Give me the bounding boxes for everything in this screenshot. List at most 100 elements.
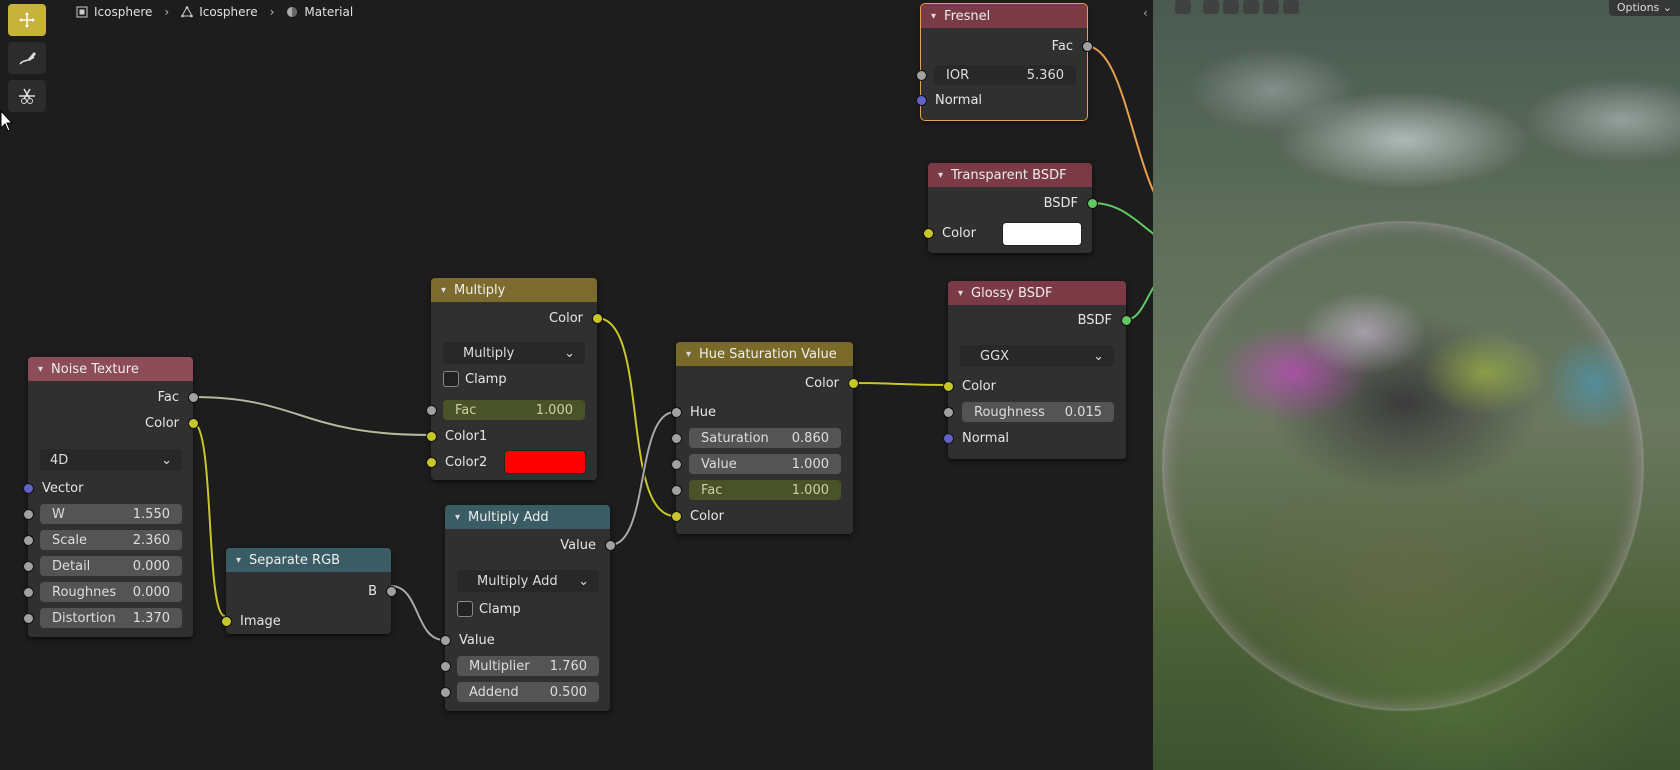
chevron-down-icon[interactable]: ▾ xyxy=(938,170,943,181)
field-value: 1.370 xyxy=(132,610,170,626)
socket-input[interactable] xyxy=(23,509,34,520)
node-header[interactable]: ▾ Glossy BSDF xyxy=(948,281,1126,305)
select-box-tool[interactable] xyxy=(8,4,46,36)
select-new-icon[interactable] xyxy=(1203,0,1219,14)
socket-output[interactable] xyxy=(1082,41,1093,52)
node-hue-saturation-value[interactable]: ▾ Hue Saturation Value Color Hue Saturati… xyxy=(671,342,859,534)
distribution-dropdown[interactable]: GGX ⌄ xyxy=(960,345,1114,367)
select-extend-icon[interactable] xyxy=(1223,0,1239,14)
node-header[interactable]: ▾ Noise Texture xyxy=(28,357,193,381)
field-label: W xyxy=(52,506,65,522)
chevron-down-icon[interactable]: ▾ xyxy=(236,555,241,566)
annotate-tool[interactable] xyxy=(8,42,46,74)
node-separate-rgb[interactable]: ▾ Separate RGB B Image xyxy=(221,548,397,634)
node-header[interactable]: ▾ Fresnel xyxy=(921,4,1087,28)
fac-field[interactable]: Fac 1.000 xyxy=(443,400,585,420)
addend-field[interactable]: Addend 0.500 xyxy=(457,682,599,702)
saturation-field[interactable]: Saturation 0.860 xyxy=(689,428,841,448)
chevron-down-icon[interactable]: ▾ xyxy=(931,11,936,22)
socket-input[interactable] xyxy=(440,687,451,698)
node-title: Glossy BSDF xyxy=(971,285,1053,301)
ior-field[interactable]: IOR 5.360 xyxy=(934,65,1076,85)
socket-output[interactable] xyxy=(188,392,199,403)
link-noise-fac-to-multiply xyxy=(192,396,431,436)
chevron-left-icon[interactable]: ‹ xyxy=(1143,6,1148,20)
color-swatch-red[interactable] xyxy=(504,450,586,474)
socket-output[interactable] xyxy=(605,540,616,551)
breadcrumb-material[interactable]: Material xyxy=(286,5,353,19)
multiplier-field[interactable]: Multiplier 1.760 xyxy=(457,656,599,676)
checkbox-box[interactable] xyxy=(443,371,459,387)
node-title: Transparent BSDF xyxy=(951,167,1067,183)
socket-input[interactable] xyxy=(943,407,954,418)
node-header[interactable]: ▾ Separate RGB xyxy=(226,548,391,572)
dimensions-dropdown[interactable]: 4D ⌄ xyxy=(40,449,182,471)
node-title: Fresnel xyxy=(944,8,991,24)
socket-input[interactable] xyxy=(916,70,927,81)
socket-output[interactable] xyxy=(1087,198,1098,209)
chevron-down-icon[interactable]: ▾ xyxy=(441,285,446,296)
detail-field[interactable]: Detail 0.000 xyxy=(40,556,182,576)
chevron-down-icon[interactable]: ▾ xyxy=(958,288,963,299)
field-value: 0.860 xyxy=(791,430,829,446)
node-transparent-bsdf[interactable]: ▾ Transparent BSDF BSDF Color xyxy=(923,163,1098,253)
socket-output[interactable] xyxy=(386,586,397,597)
node-header[interactable]: ▾ Multiply xyxy=(431,278,597,302)
socket-output[interactable] xyxy=(1121,315,1132,326)
blend-mode-dropdown[interactable]: Multiply ⌄ xyxy=(443,342,585,364)
socket-input[interactable] xyxy=(23,561,34,572)
socket-input[interactable] xyxy=(440,661,451,672)
socket-input[interactable] xyxy=(23,613,34,624)
node-fresnel[interactable]: ▾ Fresnel Fac IOR 5.360 Normal xyxy=(916,3,1093,121)
breadcrumb-object[interactable]: Icosphere xyxy=(76,5,152,19)
cut-links-tool[interactable] xyxy=(8,80,46,112)
node-header[interactable]: ▾ Transparent BSDF xyxy=(928,163,1092,187)
checkbox-box[interactable] xyxy=(457,601,473,617)
roughness-field[interactable]: Roughnes 0.000 xyxy=(40,582,182,602)
breadcrumb: Icosphere › Icosphere › Material xyxy=(76,5,353,19)
roughness-field[interactable]: Roughness 0.015 xyxy=(962,402,1114,422)
node-noise-texture[interactable]: ▾ Noise Texture Fac Color 4D ⌄ Vector W 1.5… xyxy=(23,357,199,637)
chevron-down-icon[interactable]: ▾ xyxy=(455,512,460,523)
socket-label: Normal xyxy=(935,92,983,108)
input-value: Value xyxy=(445,630,610,650)
distortion-field[interactable]: Distortion 1.370 xyxy=(40,608,182,628)
socket-output[interactable] xyxy=(848,378,859,389)
socket-input[interactable] xyxy=(23,535,34,546)
field-value: 0.500 xyxy=(549,684,587,700)
color-swatch-white[interactable] xyxy=(1002,222,1082,246)
node-multiply-add[interactable]: ▾ Multiply Add Value Multiply Add ⌄ Clamp … xyxy=(440,505,616,711)
value-field[interactable]: Value 1.000 xyxy=(689,454,841,474)
breadcrumb-mesh[interactable]: Icosphere xyxy=(181,5,258,19)
scale-field[interactable]: Scale 2.360 xyxy=(40,530,182,550)
socket-output[interactable] xyxy=(592,313,603,324)
socket-input[interactable] xyxy=(23,587,34,598)
link-hsv-to-glossy xyxy=(852,382,949,386)
node-multiply[interactable]: ▾ Multiply Color Multiply ⌄ Clamp Fac 1.000… xyxy=(426,278,603,480)
clamp-checkbox[interactable]: Clamp xyxy=(457,601,521,617)
chevron-down-icon[interactable]: ▾ xyxy=(686,349,691,360)
node-glossy-bsdf[interactable]: ▾ Glossy BSDF BSDF GGX ⌄ Color Roughness 0.… xyxy=(943,281,1132,459)
socket-input[interactable] xyxy=(671,459,682,470)
socket-label: Color2 xyxy=(445,454,488,470)
math-mode-dropdown[interactable]: Multiply Add ⌄ xyxy=(457,570,599,592)
socket-input[interactable] xyxy=(671,485,682,496)
node-editor[interactable]: Icosphere › Icosphere › Material ‹ ▾ Fres… xyxy=(0,0,1153,770)
socket-input[interactable] xyxy=(671,433,682,444)
socket-output[interactable] xyxy=(188,418,199,429)
node-header[interactable]: ▾ Multiply Add xyxy=(445,505,610,529)
fac-field[interactable]: Fac 1.000 xyxy=(689,480,841,500)
input-vector: Vector xyxy=(28,478,193,498)
select-difference-icon[interactable] xyxy=(1263,0,1279,14)
chevron-down-icon[interactable]: ▾ xyxy=(38,364,43,375)
socket-input[interactable] xyxy=(426,405,437,416)
options-button[interactable]: Options ⌄ xyxy=(1608,0,1680,16)
select-intersect-icon[interactable] xyxy=(1283,0,1299,14)
node-header[interactable]: ▾ Hue Saturation Value xyxy=(676,342,853,366)
clamp-checkbox[interactable]: Clamp xyxy=(443,371,507,387)
w-field[interactable]: W 1.550 xyxy=(40,504,182,524)
input-normal: Normal xyxy=(921,90,1087,110)
select-mode-icon[interactable] xyxy=(1175,0,1191,14)
3d-viewport[interactable]: Options ⌄ xyxy=(1153,0,1680,770)
select-subtract-icon[interactable] xyxy=(1243,0,1259,14)
